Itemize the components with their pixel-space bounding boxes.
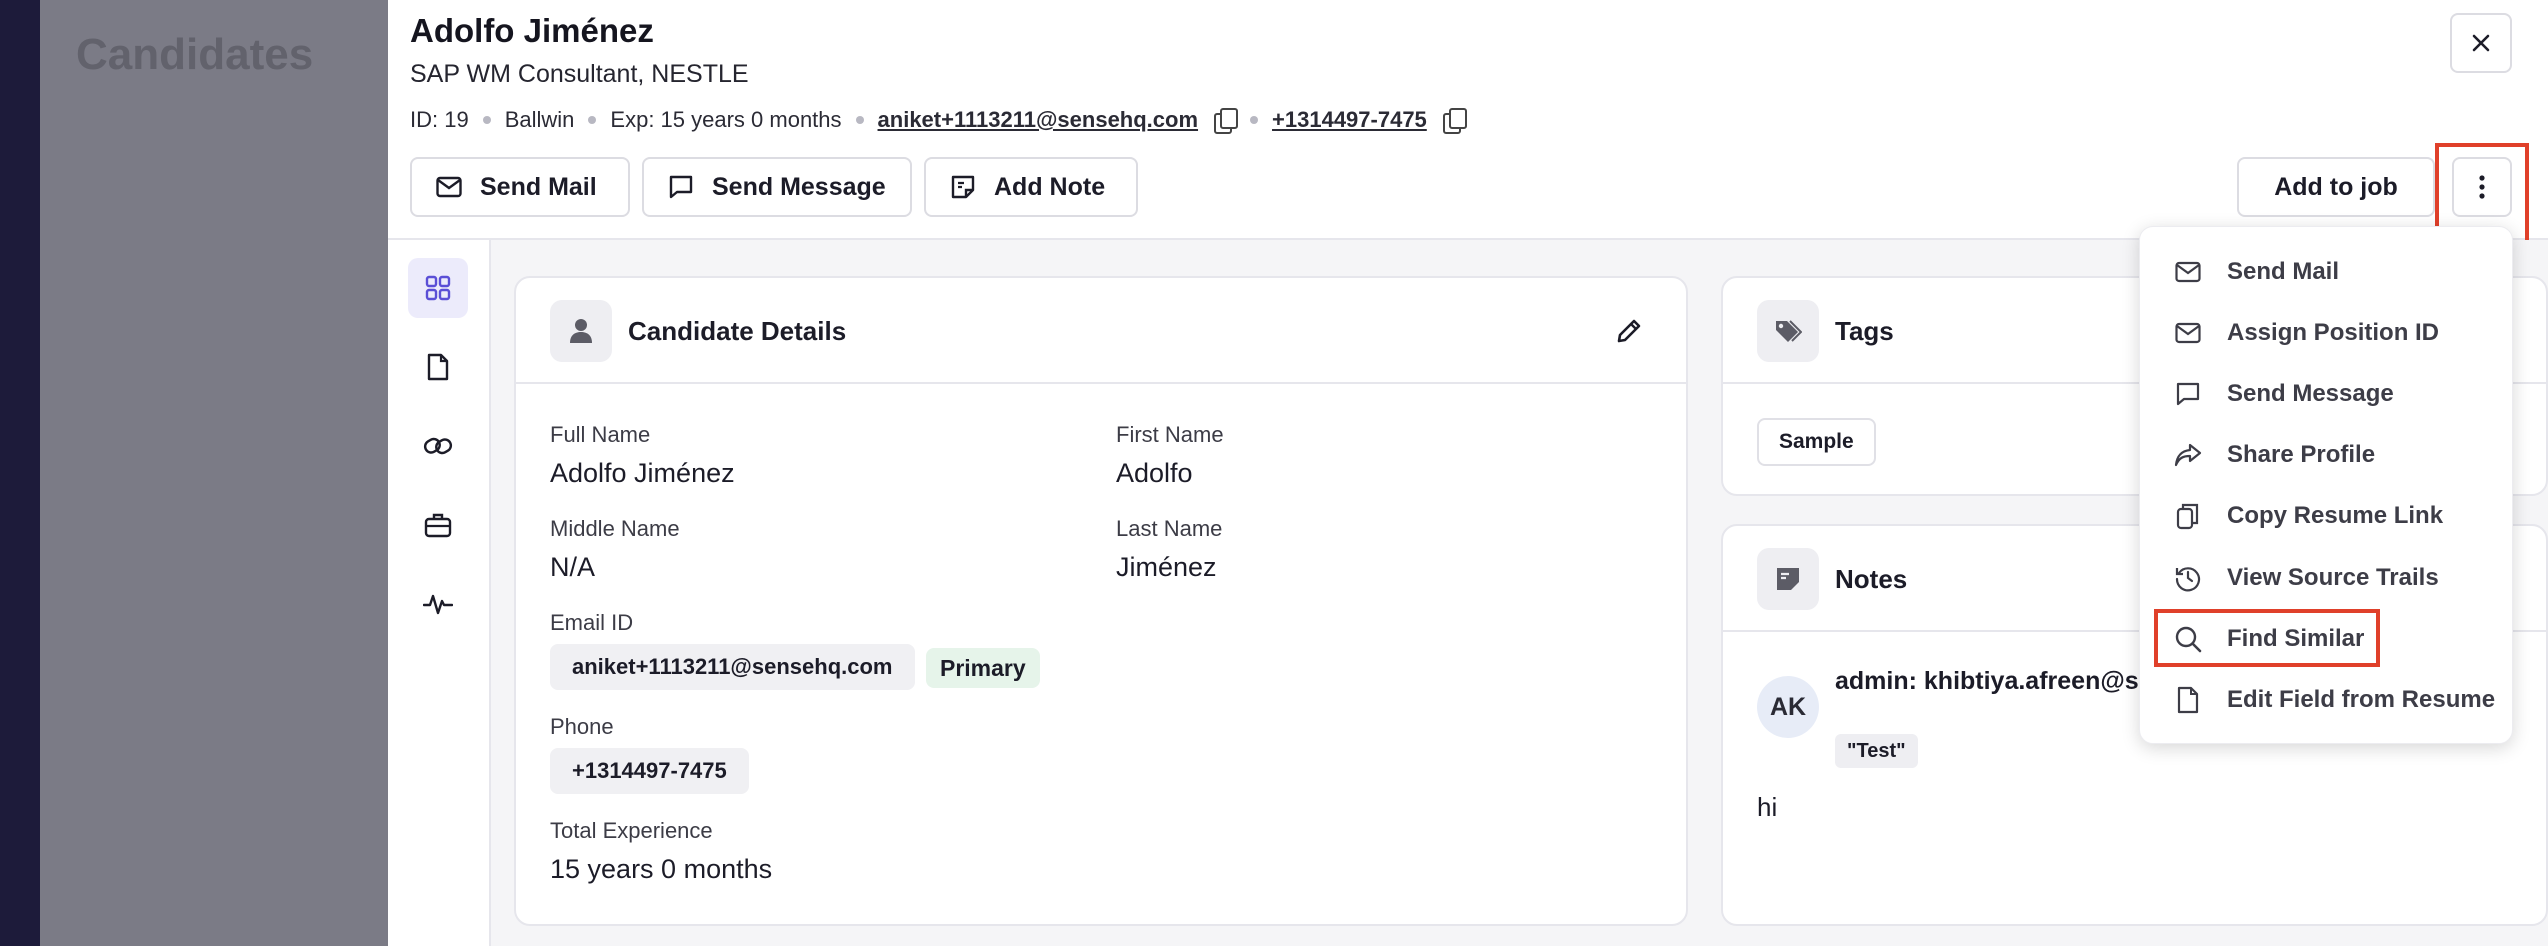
menu-item-assign-position-id[interactable]: Assign Position ID bbox=[2140, 302, 2514, 363]
separator-dot bbox=[588, 116, 597, 124]
candidate-details-title: Candidate Details bbox=[628, 316, 847, 346]
menu-item-label: Edit Field from Resume bbox=[2227, 685, 2496, 713]
send-message-button[interactable]: Send Message bbox=[642, 157, 912, 217]
more-options-button[interactable] bbox=[2452, 157, 2512, 217]
menu-item-send-mail[interactable]: Send Mail bbox=[2140, 241, 2514, 302]
share-icon bbox=[2174, 441, 2202, 469]
vertical-dots-icon bbox=[2478, 174, 2486, 200]
close-button[interactable] bbox=[2450, 13, 2512, 73]
note-icon bbox=[950, 174, 976, 200]
copy-icon bbox=[2174, 502, 2202, 530]
menu-item-share-profile[interactable]: Share Profile bbox=[2140, 424, 2514, 485]
rail-links-button[interactable] bbox=[408, 416, 468, 476]
person-icon bbox=[550, 300, 612, 362]
edit-pencil-icon[interactable] bbox=[1612, 314, 1646, 348]
grid-icon bbox=[424, 274, 452, 302]
close-icon bbox=[2471, 33, 2491, 53]
history-icon bbox=[2174, 564, 2202, 592]
candidate-experience: Exp: 15 years 0 months bbox=[610, 107, 842, 132]
message-icon bbox=[2174, 380, 2202, 408]
tags-title: Tags bbox=[1835, 316, 1894, 346]
separator-dot bbox=[1250, 116, 1259, 124]
total-experience-value: 15 years 0 months bbox=[550, 854, 773, 884]
send-mail-label: Send Mail bbox=[480, 172, 597, 201]
add-to-job-button[interactable]: Add to job bbox=[2237, 157, 2435, 217]
link-icon bbox=[423, 433, 453, 459]
copy-email-icon[interactable] bbox=[1214, 108, 1239, 134]
add-to-job-label: Add to job bbox=[2274, 172, 2398, 201]
email-chip: aniket+1113211@sensehq.com bbox=[550, 644, 915, 690]
phone-chip: +1314497-7475 bbox=[550, 748, 749, 794]
separator-dot bbox=[482, 116, 491, 124]
send-mail-button[interactable]: Send Mail bbox=[410, 157, 630, 217]
middle-name-label: Middle Name bbox=[550, 516, 680, 541]
menu-item-label: Send Mail bbox=[2227, 257, 2340, 285]
menu-item-label: Share Profile bbox=[2227, 440, 2376, 468]
menu-item-label: Copy Resume Link bbox=[2227, 501, 2444, 529]
candidate-details-card: Candidate Details Full Name Adolfo Jimén… bbox=[514, 276, 1688, 926]
rail-overview-button[interactable] bbox=[408, 258, 468, 318]
menu-item-label: Assign Position ID bbox=[2227, 318, 2440, 346]
section-rail bbox=[388, 240, 491, 946]
tag-chip[interactable]: Sample bbox=[1757, 418, 1876, 466]
candidate-details-header: Candidate Details bbox=[516, 278, 1686, 384]
rail-jobs-button[interactable] bbox=[408, 495, 468, 555]
mail-icon bbox=[2174, 258, 2202, 286]
last-name-value: Jiménez bbox=[1116, 552, 1217, 582]
add-note-label: Add Note bbox=[994, 172, 1106, 201]
notes-title: Notes bbox=[1835, 564, 1908, 594]
menu-item-view-source-trails[interactable]: View Source Trails bbox=[2140, 547, 2514, 608]
candidate-location: Ballwin bbox=[504, 107, 575, 132]
candidate-meta-row: ID: 19 Ballwin Exp: 15 years 0 months an… bbox=[410, 104, 1467, 136]
phone-label: Phone bbox=[550, 714, 614, 739]
briefcase-icon bbox=[424, 512, 452, 538]
full-name-label: Full Name bbox=[550, 422, 651, 447]
candidate-email-link[interactable]: aniket+1113211@sensehq.com bbox=[878, 107, 1199, 133]
message-icon bbox=[668, 174, 694, 200]
mail-icon bbox=[436, 174, 462, 200]
notes-icon bbox=[1757, 548, 1819, 610]
rail-activity-button[interactable] bbox=[408, 574, 468, 634]
copy-phone-icon[interactable] bbox=[1442, 108, 1467, 134]
email-label: Email ID bbox=[550, 610, 634, 635]
primary-badge: Primary bbox=[926, 648, 1040, 688]
last-name-label: Last Name bbox=[1116, 516, 1223, 541]
send-message-label: Send Message bbox=[712, 172, 886, 201]
candidate-job-title: SAP WM Consultant, NESTLE bbox=[410, 60, 749, 88]
activity-pulse-icon bbox=[423, 591, 453, 617]
candidate-drawer: Adolfo Jiménez SAP WM Consultant, NESTLE… bbox=[388, 0, 2548, 946]
background-page-title: Candidates bbox=[76, 30, 314, 79]
candidate-phone-link[interactable]: +1314497-7475 bbox=[1272, 107, 1427, 133]
note-author-avatar: AK bbox=[1757, 676, 1819, 738]
candidate-name: Adolfo Jiménez bbox=[410, 12, 654, 49]
tag-icon bbox=[1757, 300, 1819, 362]
find-similar-highlight bbox=[2154, 609, 2380, 667]
background-nav bbox=[0, 0, 40, 946]
menu-item-send-message[interactable]: Send Message bbox=[2140, 363, 2514, 424]
menu-item-label: Send Message bbox=[2227, 379, 2394, 407]
full-name-value: Adolfo Jiménez bbox=[550, 458, 735, 488]
menu-item-copy-resume-link[interactable]: Copy Resume Link bbox=[2140, 485, 2514, 546]
separator-dot bbox=[855, 116, 864, 124]
document-icon bbox=[426, 353, 450, 381]
middle-name-value: N/A bbox=[550, 552, 596, 582]
document-icon bbox=[2174, 686, 2202, 714]
menu-item-edit-field-from-resume[interactable]: Edit Field from Resume bbox=[2140, 669, 2514, 730]
mail-icon bbox=[2174, 319, 2202, 347]
candidate-header: Adolfo Jiménez SAP WM Consultant, NESTLE… bbox=[388, 0, 2548, 245]
menu-item-label: View Source Trails bbox=[2227, 563, 2439, 591]
candidate-id: ID: 19 bbox=[410, 107, 469, 132]
first-name-value: Adolfo bbox=[1116, 458, 1193, 488]
add-note-button[interactable]: Add Note bbox=[924, 157, 1138, 217]
total-experience-label: Total Experience bbox=[550, 818, 713, 843]
note-body: hi bbox=[1757, 792, 1778, 822]
note-quote-badge: "Test" bbox=[1835, 734, 1918, 768]
rail-resume-button[interactable] bbox=[408, 337, 468, 397]
first-name-label: First Name bbox=[1116, 422, 1224, 447]
